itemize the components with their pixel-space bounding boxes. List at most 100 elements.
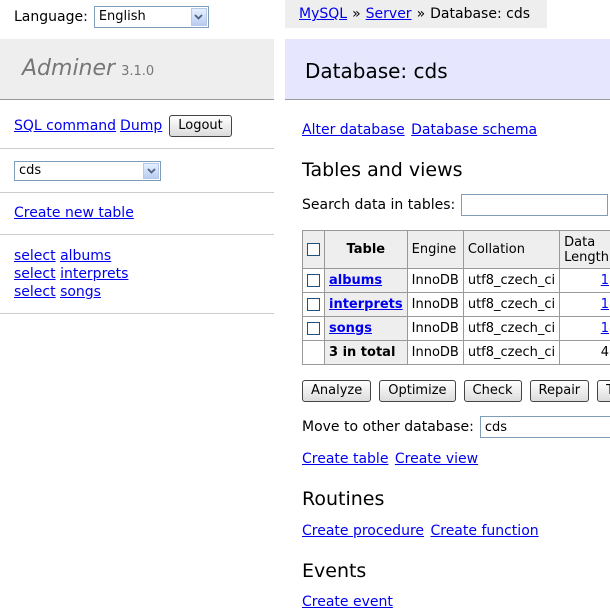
total-label: 3 in total [324,340,408,365]
events-heading: Events [302,560,367,582]
check-button[interactable]: Check [463,380,522,402]
row-checkbox-cell [302,316,325,341]
column-engine: Engine [406,230,464,269]
collation-cell: utf8_czech_ci [462,292,561,317]
create-links: Create table Create view [302,451,478,467]
search-label: Search data in tables: [302,197,456,213]
table-header-row: Table Engine Collation Data Length [302,230,610,269]
table-albums-link[interactable]: albums [60,248,111,264]
collation-cell: utf8_czech_ci [462,268,561,293]
row-checkbox-cell [302,268,325,293]
breadcrumb-server-link[interactable]: Server [366,6,412,22]
language-select[interactable]: English [93,6,209,28]
language-value: English [98,9,146,24]
database-select[interactable]: cds [14,161,161,181]
sidebar-divider [0,313,274,314]
routine-links: Create procedure Create function [302,523,539,539]
table-list-item: select albums [14,247,128,265]
table-interprets-link[interactable]: interprets [60,266,128,282]
create-event-link[interactable]: Create event [302,594,393,610]
data-length-cell: 1 [559,268,610,293]
search-input[interactable] [461,194,609,216]
create-new-table-link[interactable]: Create new table [14,205,134,221]
breadcrumb-separator: » [352,6,361,22]
database-select-wrap: cds [14,161,161,181]
table-list-item: select songs [14,283,128,301]
tables-table-wrap: Table Engine Collation Data Length album… [302,230,610,365]
tables-table: Table Engine Collation Data Length album… [302,230,610,365]
truncate-button[interactable]: T [597,380,610,402]
row-checkbox[interactable] [307,274,320,287]
repair-button[interactable]: Repair [529,380,590,402]
page-header: Database: cds [285,39,610,100]
engine-cell: InnoDB [406,268,464,293]
optimize-button[interactable]: Optimize [379,380,456,402]
database-actions: Alter database Database schema [302,122,537,138]
select-albums-link[interactable]: select [14,248,56,264]
collation-cell: utf8_czech_ci [462,316,561,341]
table-row: albums InnoDB utf8_czech_ci 1 [302,268,610,293]
total-empty-cell [302,340,325,365]
create-procedure-link[interactable]: Create procedure [302,523,424,539]
sidebar-divider [0,148,274,149]
create-table-link[interactable]: Create table [302,451,388,467]
data-length-link[interactable]: 1 [601,321,609,336]
select-all-checkbox[interactable] [307,243,320,256]
total-data-length: 4 [559,340,610,365]
table-name-link[interactable]: albums [329,273,382,288]
alter-database-link[interactable]: Alter database [302,122,405,138]
breadcrumb: MySQL » Server » Database: cds [285,0,547,28]
create-view-link[interactable]: Create view [395,451,478,467]
move-database-input[interactable] [479,416,610,438]
page-title: Database: cds [305,59,448,83]
table-songs-link[interactable]: songs [60,284,101,300]
data-length-cell: 1 [559,292,610,317]
breadcrumb-separator: » [416,6,426,22]
analyze-button[interactable]: Analyze [302,380,372,402]
table-list: select albums select interprets select s… [14,247,128,301]
table-name-cell: albums [324,268,408,293]
table-row: songs InnoDB utf8_czech_ci 1 [302,316,610,341]
language-bar: Language: English [14,6,209,28]
breadcrumb-current: Database: cds [430,6,531,22]
select-interprets-link[interactable]: select [14,266,56,282]
column-table[interactable]: Table [324,230,408,269]
total-engine: InnoDB [406,340,464,365]
database-select-value: cds [19,163,42,178]
dump-link[interactable]: Dump [120,118,162,134]
chevron-down-icon [143,163,159,179]
engine-cell: InnoDB [406,316,464,341]
logo[interactable]: Adminer 3.1.0 [22,56,154,81]
move-bar: Move to other database: [302,416,610,438]
language-label: Language: [14,9,88,25]
select-songs-link[interactable]: select [14,284,56,300]
version-label: 3.1.0 [121,64,155,79]
logout-button[interactable]: Logout [169,115,232,137]
row-checkbox[interactable] [307,298,320,311]
data-length-cell: 1 [559,316,610,341]
select-all-header [302,230,325,269]
move-label: Move to other database: [302,419,474,435]
database-schema-link[interactable]: Database schema [411,122,537,138]
maintenance-buttons: Analyze Optimize Check Repair T [302,380,610,402]
sql-command-link[interactable]: SQL command [14,118,116,134]
table-name-link[interactable]: songs [329,321,372,336]
column-collation: Collation [462,230,561,269]
row-checkbox[interactable] [307,322,320,335]
breadcrumb-mysql-link[interactable]: MySQL [299,6,347,22]
create-function-link[interactable]: Create function [430,523,538,539]
routines-heading: Routines [302,488,385,510]
sidebar-divider [0,234,274,235]
table-name-cell: songs [324,316,408,341]
table-row: interprets InnoDB utf8_czech_ci 1 [302,292,610,317]
data-length-link[interactable]: 1 [601,297,609,312]
data-length-link[interactable]: 1 [601,273,609,288]
table-name-link[interactable]: interprets [329,297,403,312]
logo-header: Adminer 3.1.0 [0,39,274,100]
sidebar-divider [0,192,274,193]
table-list-item: select interprets [14,265,128,283]
chevron-down-icon [190,8,207,26]
table-name-cell: interprets [324,292,408,317]
tables-heading: Tables and views [302,159,463,181]
column-data-length: Data Length [559,230,610,269]
